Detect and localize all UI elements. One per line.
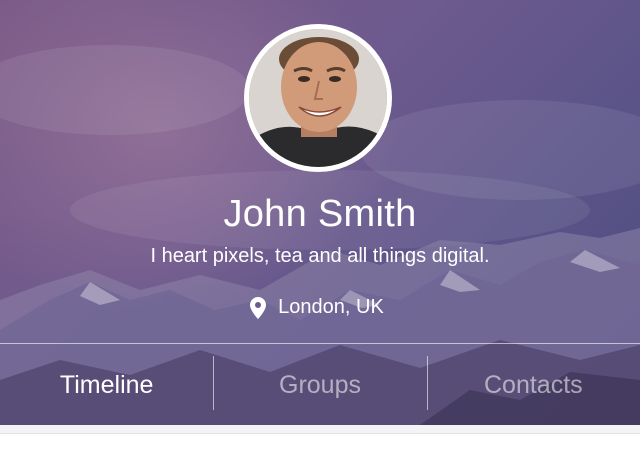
profile-bio: I heart pixels, tea and all things digit… <box>150 245 490 267</box>
location-label: London, UK <box>278 296 384 318</box>
tab-divider <box>213 356 214 410</box>
tab-divider <box>427 356 428 410</box>
map-pin-icon <box>250 296 267 319</box>
avatar-photo <box>249 29 387 167</box>
tab-timeline[interactable]: Timeline <box>0 344 213 425</box>
profile-tabs: Timeline Groups Contacts <box>0 343 640 425</box>
profile-header: John Smith I heart pixels, tea and all t… <box>0 0 640 425</box>
timeline-card <box>0 433 640 455</box>
profile-page: John Smith I heart pixels, tea and all t… <box>0 0 640 455</box>
profile-name: John Smith <box>223 193 417 235</box>
tab-groups[interactable]: Groups <box>213 344 426 425</box>
profile-location: London, UK <box>0 296 640 319</box>
tab-groups-label: Groups <box>279 370 361 399</box>
avatar[interactable] <box>244 24 392 172</box>
tab-contacts-label: Contacts <box>483 370 583 399</box>
tab-timeline-label: Timeline <box>59 370 154 399</box>
tab-contacts[interactable]: Contacts <box>427 344 640 425</box>
